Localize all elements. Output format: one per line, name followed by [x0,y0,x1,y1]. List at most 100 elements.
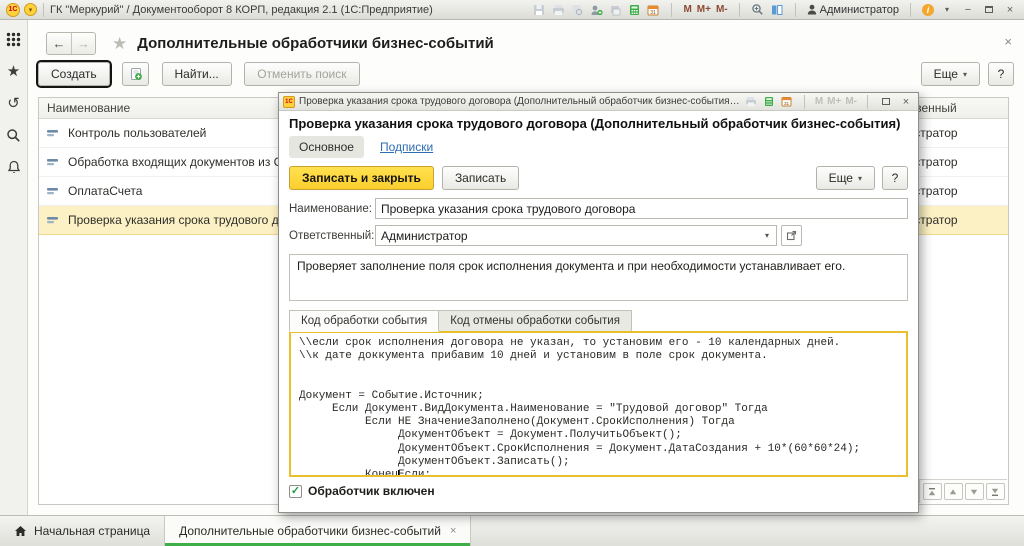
save-button[interactable]: Записать [442,166,519,190]
dialog-maximize-button[interactable] [878,95,894,109]
dialog-calculator-icon[interactable] [762,95,776,109]
separator [739,3,740,17]
form-close-icon[interactable]: × [1004,34,1012,49]
calculator-icon[interactable] [627,3,641,17]
memory-mplus-button[interactable]: M+ [697,4,711,15]
go-up-button[interactable] [944,483,963,500]
search-icon[interactable] [5,126,23,144]
tab-subscriptions[interactable]: Подписки [380,140,433,154]
dialog-titlebar-icons: 31 M M+ M- × [744,95,914,109]
dialog-command-bar-right: Еще▾ ? [816,166,908,190]
dialog-titlebar[interactable]: 1С Проверка указания срока трудового дог… [279,93,918,111]
separator [804,95,805,109]
window-restore-button[interactable] [981,3,997,17]
svg-text:31: 31 [651,10,657,16]
code-text[interactable]: \\если срок исполнения договора не указа… [291,333,906,477]
main-menu-dropdown-icon[interactable]: ▾ [24,3,37,16]
list-pager [919,479,1007,503]
create-button[interactable]: Создать [38,62,110,86]
window-close-button[interactable]: × [1002,3,1018,17]
tab-cancel-event-code[interactable]: Код отмены обработки события [439,310,632,332]
back-button[interactable]: ← [47,33,71,54]
dialog-nav-tabs: Основное Подписки [289,136,908,158]
history-icon[interactable]: ↺ [5,94,23,112]
window-minimize-button[interactable]: − [960,3,976,17]
app-titlebar: 1С ▾ ГК "Меркурий" / Документооборот 8 К… [0,0,1024,20]
combo-dropdown-icon[interactable]: ▾ [758,226,776,245]
dialog-app-logo-icon: 1С [283,96,295,108]
print-preview-icon[interactable] [570,3,584,17]
tab-close-icon[interactable]: × [450,525,456,537]
description-box[interactable]: Проверяет заполнение поля срок исполнени… [289,254,908,301]
row-name: Обработка входящих документов из СВД [68,155,298,169]
app-logo-icon: 1С [6,3,20,17]
dialog-print-preview-icon[interactable] [744,95,758,109]
open-responsible-button[interactable] [781,225,802,246]
file-print-icon[interactable] [608,3,622,17]
go-down-button[interactable] [965,483,984,500]
more-button[interactable]: Еще▾ [921,62,980,86]
separator [671,3,672,17]
tab-event-code[interactable]: Код обработки события [289,310,439,332]
dialog-calendar-icon[interactable]: 31 [780,95,794,109]
menu-grid-icon[interactable] [5,30,23,48]
code-editor[interactable]: \\если срок исполнения договора не указа… [289,331,908,477]
memory-m-button[interactable]: M [683,4,691,15]
dialog-close-button[interactable]: × [898,95,914,109]
calendar-icon[interactable]: 31 [646,3,660,17]
titlebar-toolbar: 31 M M+ M- Администратор i ▾ − × [532,3,1018,17]
handler-enabled-row: ✓ Обработчик включен [289,484,908,498]
list-toolbar: Создать Найти... Отменить поиск Еще▾ ? [38,62,1014,88]
split-view-icon[interactable] [770,3,784,17]
responsible-input[interactable] [376,226,758,245]
dialog-help-button[interactable]: ? [882,166,908,190]
restore-icon [985,6,993,13]
responsible-field-label: Ответственный: [289,230,375,242]
go-last-button[interactable] [986,483,1005,500]
separator [867,95,868,109]
responsible-combo: ▾ [375,225,777,246]
column-header-name[interactable]: Наименование [39,101,130,115]
help-button[interactable]: ? [988,62,1014,86]
name-input[interactable] [375,198,908,219]
create-by-copy-button[interactable] [122,62,149,86]
titlebar-chevron-icon[interactable]: ▾ [939,3,955,17]
save-icon[interactable] [532,3,546,17]
tab-home-page[interactable]: Начальная страница [0,516,165,546]
dialog-more-button[interactable]: Еще▾ [816,166,875,190]
find-button[interactable]: Найти... [162,62,232,86]
add-favorite-star-icon[interactable]: ★ [112,34,127,54]
save-and-close-button[interactable]: Записать и закрыть [289,166,434,190]
forward-button[interactable]: → [71,33,95,54]
screen: 1С ▾ ГК "Меркурий" / Документооборот 8 К… [0,0,1024,546]
dialog-body: Проверка указания срока трудового догово… [279,111,918,498]
name-field-label: Наименование: [289,203,375,215]
dialog-memory-mplus-button[interactable]: M+ [827,96,841,107]
cancel-search-button[interactable]: Отменить поиск [244,62,359,86]
info-icon[interactable]: i [922,4,934,16]
handler-enabled-label: Обработчик включен [308,484,435,498]
send-link-icon[interactable] [589,3,603,17]
tab-additional-handlers[interactable]: Дополнительные обработчики бизнес-событи… [165,516,471,546]
current-user[interactable]: Администратор [807,4,899,16]
dialog-memory-mminus-button[interactable]: M- [845,96,857,107]
memory-mminus-button[interactable]: M- [716,4,728,15]
zoom-icon[interactable] [751,3,765,17]
row-name: Контроль пользователей [68,126,206,140]
svg-text:31: 31 [784,101,790,106]
handler-item-icon [47,186,59,196]
handler-enabled-checkbox[interactable]: ✓ [289,485,302,498]
favorites-star-icon[interactable]: ★ [5,62,23,80]
row-name: ОплатаСчета [68,184,142,198]
chevron-down-icon: ▾ [963,70,967,79]
print-icon[interactable] [551,3,565,17]
handler-item-icon [47,215,59,225]
dialog-memory-m-button[interactable]: M [815,96,823,107]
tab-main[interactable]: Основное [289,136,364,158]
name-field-row: Наименование: [289,198,908,219]
dialog-window: 1С Проверка указания срока трудового дог… [278,92,919,513]
separator [795,3,796,17]
code-tabs: Код обработки события Код отмены обработ… [289,310,908,332]
notifications-bell-icon[interactable] [5,158,23,176]
go-first-button[interactable] [923,483,942,500]
